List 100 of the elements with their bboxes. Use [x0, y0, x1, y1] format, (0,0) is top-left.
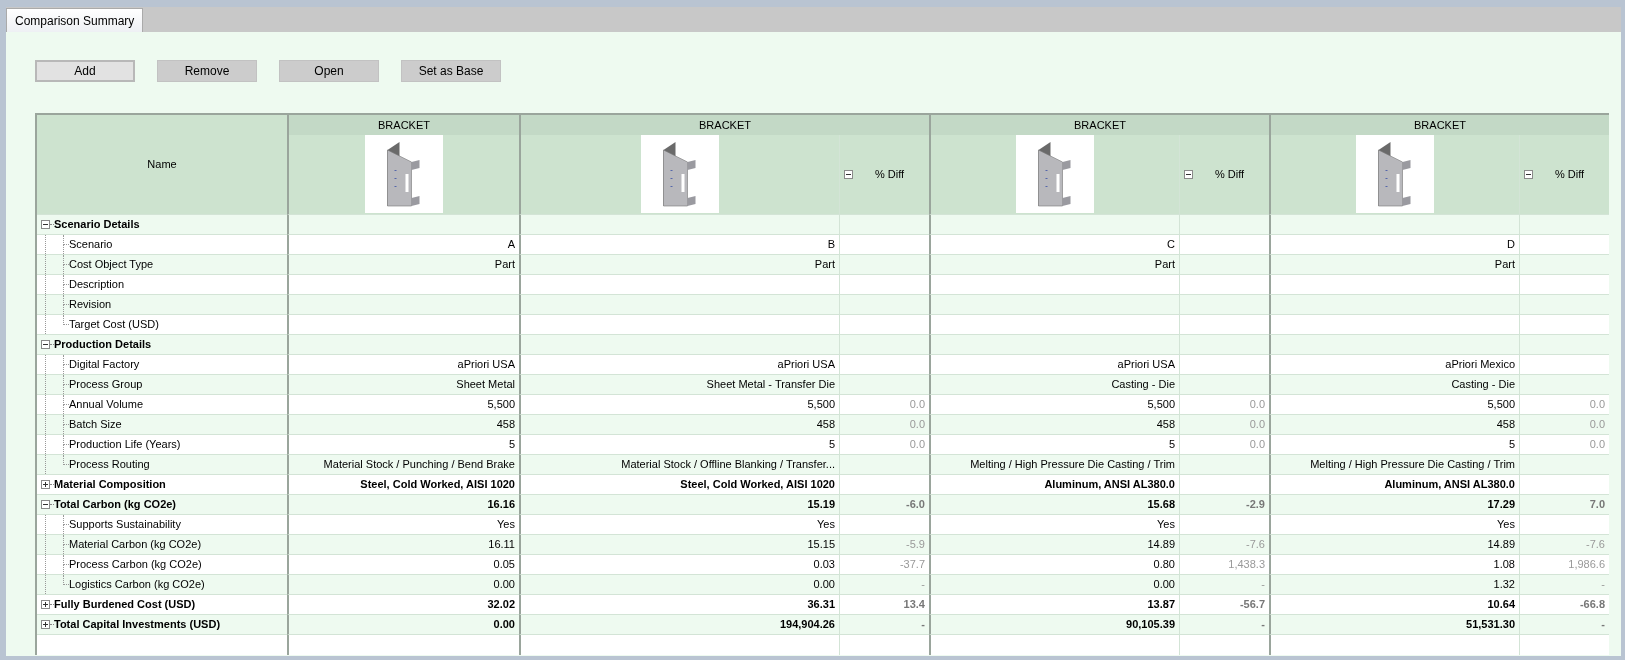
table-cell: 0.00: [929, 575, 1179, 595]
row-label: Process Routing: [69, 457, 150, 473]
expand-icon[interactable]: [41, 620, 50, 629]
table-cell: Casting - Die: [1269, 375, 1519, 395]
diff-header: % Diff: [1555, 167, 1585, 183]
table-cell: -7.6: [1519, 535, 1609, 555]
table-cell: Yes: [287, 515, 519, 535]
table-cell: 0.0: [1179, 395, 1269, 415]
expand-icon[interactable]: [41, 600, 50, 609]
table-cell: 1.32: [1269, 575, 1519, 595]
collapse-icon[interactable]: [1184, 170, 1193, 179]
table-cell: 51,531.30: [1269, 615, 1519, 635]
table-cell: C: [929, 235, 1179, 255]
table-cell: 458: [287, 415, 519, 435]
table-cell: 14.89: [1269, 535, 1519, 555]
comparison-tab[interactable]: Comparison Summary: [6, 8, 144, 32]
table-cell: Material Stock / Offline Blanking / Transfer...: [519, 455, 839, 475]
table-cell: D: [1269, 235, 1519, 255]
row-label: Annual Volume: [69, 397, 143, 413]
row-label: Material Carbon (kg CO2e): [69, 537, 202, 553]
table-cell: -2.9: [1179, 495, 1269, 515]
table-cell: B: [519, 235, 839, 255]
bracket-drawing: [386, 141, 422, 207]
table-cell: Part: [287, 255, 519, 275]
table-cell: Melting / High Pressure Die Casting / Trim: [929, 455, 1179, 475]
collapse-icon[interactable]: [844, 170, 853, 179]
table-cell: Yes: [929, 515, 1179, 535]
table-cell: Yes: [1269, 515, 1519, 535]
table-cell: 5: [929, 435, 1179, 455]
toolbar-button[interactable]: Add: [35, 60, 135, 82]
table-cell: -6.0: [839, 495, 929, 515]
scenario-header: BRACKET: [519, 115, 929, 135]
table-cell: 15.19: [519, 495, 839, 515]
table-cell: 1,986.6: [1519, 555, 1609, 575]
table-cell: 0.0: [1179, 435, 1269, 455]
table-cell: Sheet Metal: [287, 375, 519, 395]
table-cell: -: [1179, 615, 1269, 635]
section-label: Total Carbon (kg CO2e): [54, 497, 177, 513]
table-cell: 5,500: [519, 395, 839, 415]
row-label: Process Carbon (kg CO2e): [69, 557, 202, 573]
table-cell: Part: [519, 255, 839, 275]
table-cell: Aluminum, ANSI AL380.0: [929, 475, 1179, 495]
expand-icon[interactable]: [41, 480, 50, 489]
row-label: Description: [69, 277, 125, 293]
scenario-header: BRACKET: [1269, 115, 1609, 135]
table-cell: Material Stock / Punching / Bend Brake: [287, 455, 519, 475]
table-cell: 458: [519, 415, 839, 435]
table-cell: 15.15: [519, 535, 839, 555]
row-label: Batch Size: [69, 417, 122, 433]
toolbar-button[interactable]: Set as Base: [401, 60, 501, 82]
table-cell: 1,438.3: [1179, 555, 1269, 575]
row-label: Production Life (Years): [69, 437, 181, 453]
table-cell: 16.11: [287, 535, 519, 555]
table-cell: 5,500: [1269, 395, 1519, 415]
table-cell: 0.00: [287, 615, 519, 635]
table-cell: 458: [929, 415, 1179, 435]
table-cell: 16.16: [287, 495, 519, 515]
table-cell: -66.8: [1519, 595, 1609, 615]
row-label: Scenario: [69, 237, 113, 253]
table-cell: 0.0: [1179, 415, 1269, 435]
row-label: Target Cost (USD): [69, 317, 159, 333]
collapse-icon[interactable]: [41, 500, 50, 509]
row-label: Logistics Carbon (kg CO2e): [69, 577, 205, 593]
table-cell: 15.68: [929, 495, 1179, 515]
table-cell: Casting - Die: [929, 375, 1179, 395]
section-label: Production Details: [54, 337, 152, 353]
toolbar-button[interactable]: Remove: [157, 60, 257, 82]
table-cell: 0.0: [839, 415, 929, 435]
row-label: Supports Sustainability: [69, 517, 181, 533]
collapse-icon[interactable]: [1524, 170, 1533, 179]
table-cell: aPriori USA: [929, 355, 1179, 375]
table-cell: 5: [1269, 435, 1519, 455]
row-label: Process Group: [69, 377, 143, 393]
table-cell: 10.64: [1269, 595, 1519, 615]
table-cell: -: [839, 575, 929, 595]
table-cell: 13.87: [929, 595, 1179, 615]
collapse-icon[interactable]: [41, 340, 50, 349]
table-cell: 0.03: [519, 555, 839, 575]
table-cell: -56.7: [1179, 595, 1269, 615]
name-header: Name: [37, 115, 287, 215]
table-cell: 194,904.26: [519, 615, 839, 635]
table-cell: Melting / High Pressure Die Casting / Trim: [1269, 455, 1519, 475]
table-cell: 5,500: [929, 395, 1179, 415]
table-cell: -: [839, 615, 929, 635]
row-label: Revision: [69, 297, 112, 313]
table-cell: 0.80: [929, 555, 1179, 575]
toolbar-button[interactable]: Open: [279, 60, 379, 82]
collapse-icon[interactable]: [41, 220, 50, 229]
table-cell: 0.0: [1519, 395, 1609, 415]
section-label: Fully Burdened Cost (USD): [54, 597, 196, 613]
table-cell: -: [1519, 575, 1609, 595]
table-cell: -5.9: [839, 535, 929, 555]
table-cell: -: [1519, 615, 1609, 635]
table-cell: A: [287, 235, 519, 255]
table-cell: Part: [1269, 255, 1519, 275]
diff-header: % Diff: [1215, 167, 1245, 183]
table-cell: 0.0: [1519, 435, 1609, 455]
table-cell: 14.89: [929, 535, 1179, 555]
section-label: Total Capital Investments (USD): [54, 617, 221, 633]
table-cell: Yes: [519, 515, 839, 535]
